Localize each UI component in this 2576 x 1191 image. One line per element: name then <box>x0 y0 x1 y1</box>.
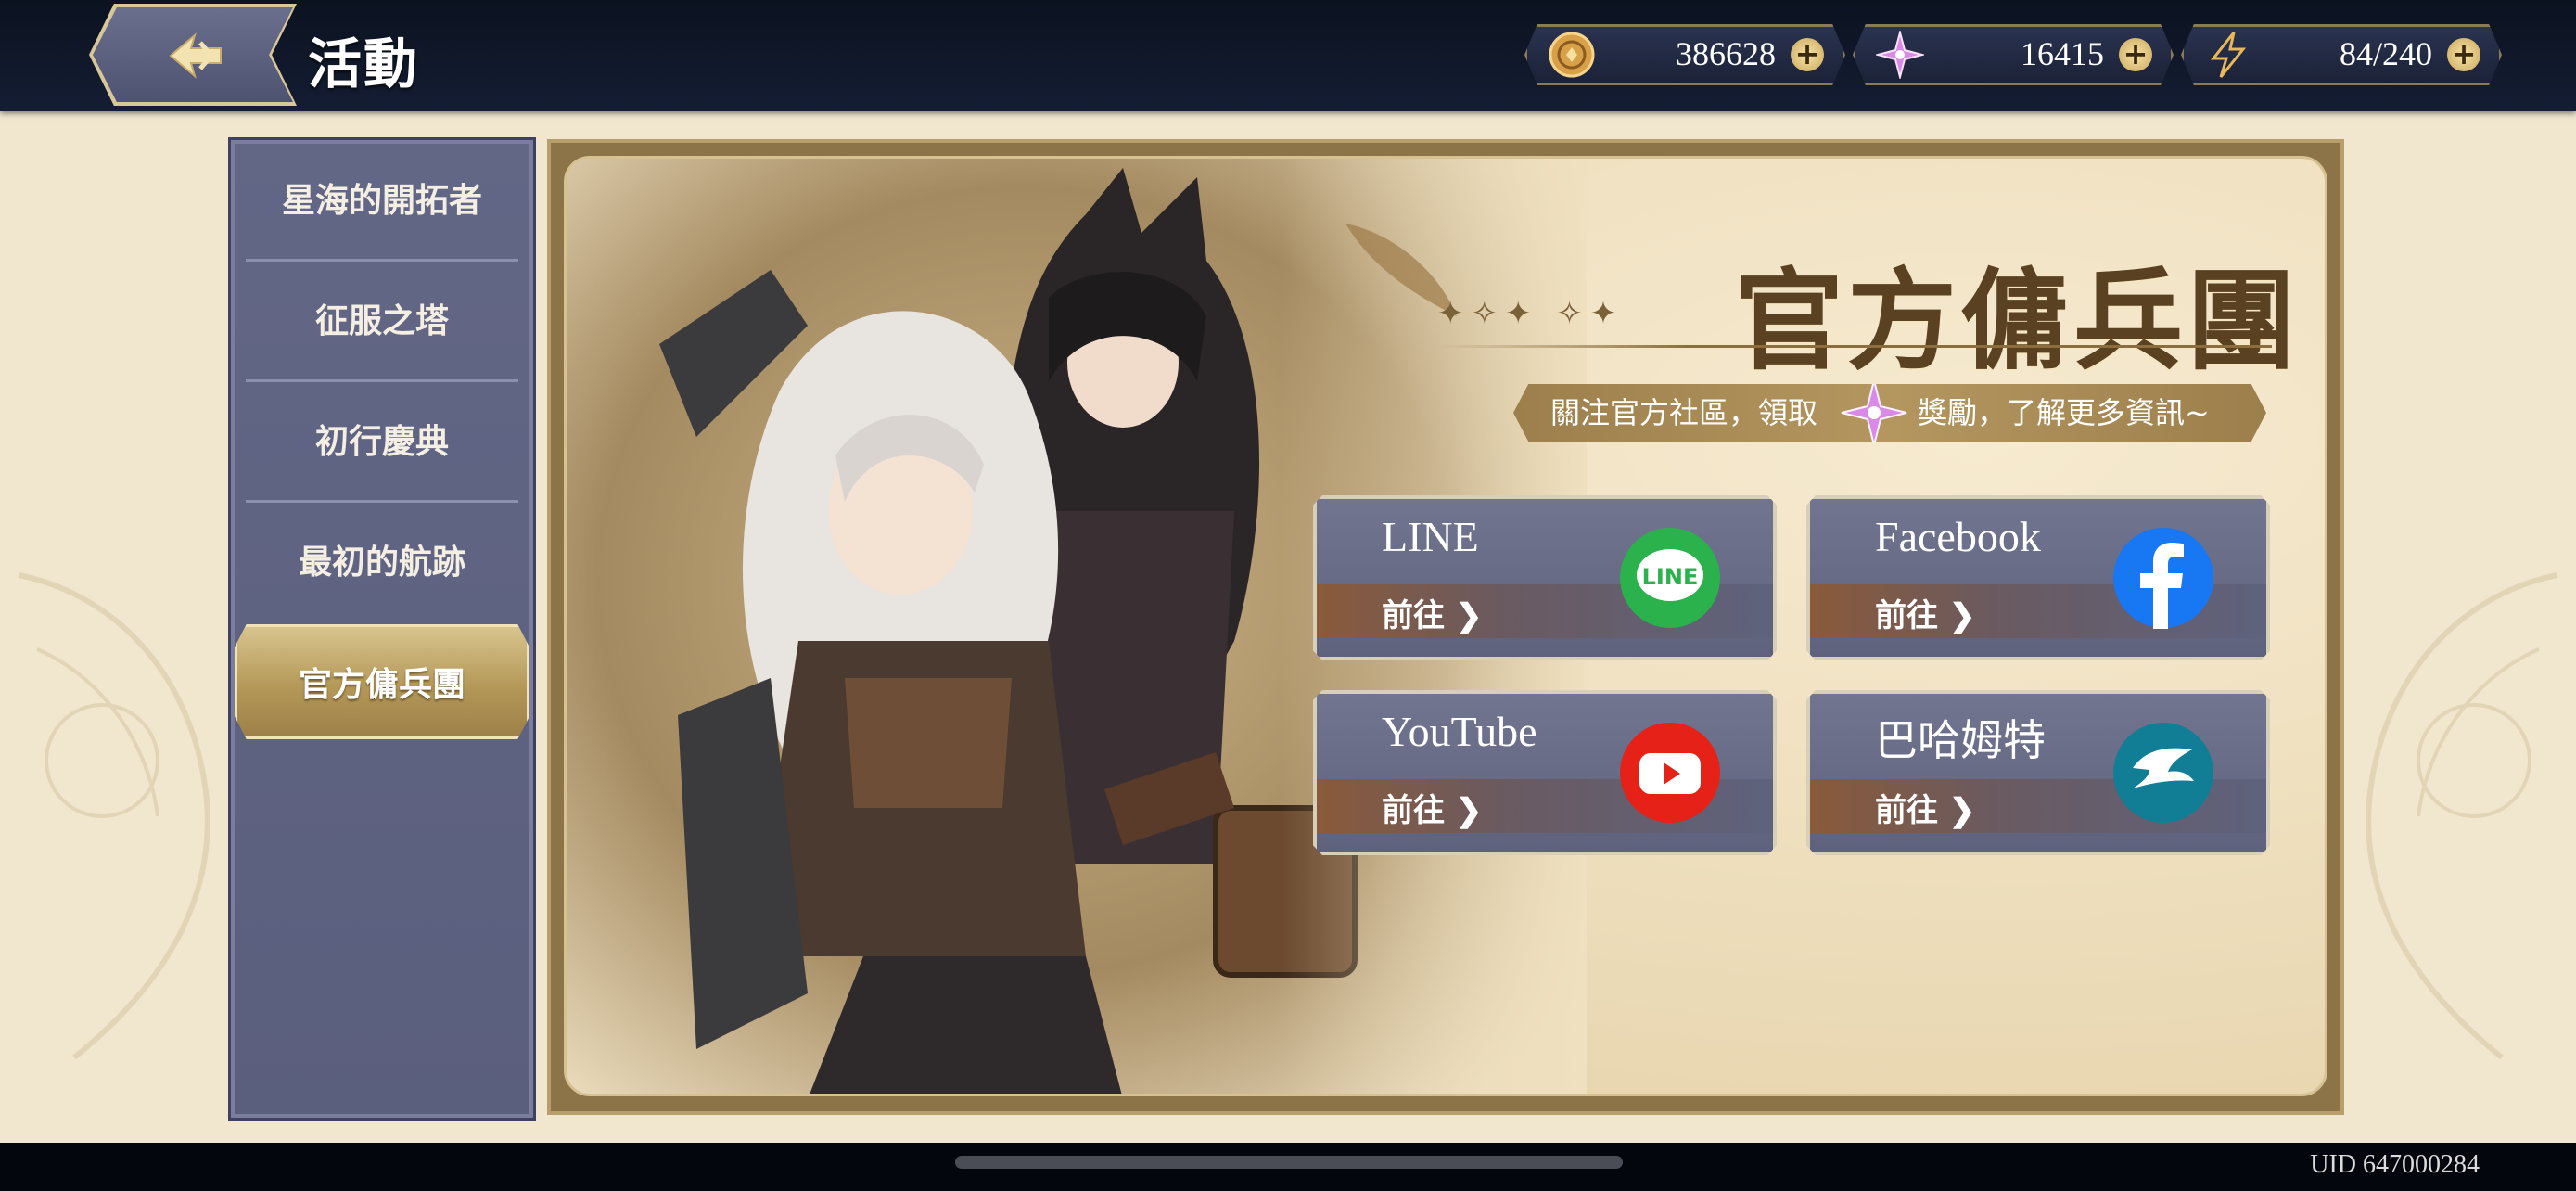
stamina-amount: 84/240 <box>2339 35 2432 72</box>
line-icon: LINE <box>1620 528 1720 628</box>
title-star-ornament: ✦✧✦ ✧✦ <box>1437 295 1625 332</box>
youtube-link-card[interactable]: YouTube 前往 ❯ <box>1313 690 1777 855</box>
currency-stamina: 84/240 + <box>2181 24 2502 85</box>
bahamut-icon <box>2113 723 2213 823</box>
crystal-amount: 16415 <box>2021 35 2104 72</box>
event-sidebar: 星海的開拓者 征服之塔 初行慶典 最初的航跡 官方傭兵團 <box>228 137 536 1121</box>
bahamut-goto-button[interactable]: 前往 ❯ <box>1875 785 1975 830</box>
sidebar-item-first-celebration[interactable]: 初行慶典 <box>246 383 518 500</box>
facebook-goto-button[interactable]: 前往 ❯ <box>1875 590 1975 635</box>
info-text-part2: 獎勵，了解更多資訊~ <box>1918 395 2210 430</box>
sidebar-item-star-sea-pioneer[interactable]: 星海的開拓者 <box>246 142 518 259</box>
sidebar-divider <box>246 379 518 382</box>
bahamut-card-title: 巴哈姆特 <box>1875 717 2046 764</box>
add-stamina-button[interactable]: + <box>2447 38 2480 71</box>
gold-amount: 386628 <box>1676 35 1776 72</box>
facebook-card-title: Facebook <box>1875 513 2041 560</box>
line-link-card[interactable]: LINE 前往 ❯ LINE <box>1313 495 1777 660</box>
purple-crystal-icon <box>1876 31 1924 79</box>
title-underline <box>1437 345 2272 348</box>
user-id: UID 647000284 <box>2310 1150 2480 1179</box>
currency-gold: 386628 + <box>1524 24 1845 85</box>
add-crystal-button[interactable]: + <box>2119 38 2152 71</box>
lion-ornament-right <box>2366 572 2558 1060</box>
sidebar-divider <box>246 500 518 503</box>
svg-text:LINE: LINE <box>1642 564 1699 590</box>
bahamut-link-card[interactable]: 巴哈姆特 前往 ❯ <box>1806 690 2270 855</box>
reward-info-banner: 關注官方社區，領取 獎勵，了解更多資訊~ <box>1513 384 2266 442</box>
info-text-part1: 關注官方社區，領取 <box>1550 395 1818 430</box>
add-gold-button[interactable]: + <box>1791 38 1824 71</box>
youtube-icon <box>1620 723 1720 823</box>
youtube-card-title: YouTube <box>1382 708 1537 755</box>
bottom-bar: UID 647000284 <box>0 1143 2576 1191</box>
line-card-title: LINE <box>1382 513 1479 560</box>
gold-coin-icon <box>1549 32 1595 78</box>
top-bar: 活動 386628 + 16415 + 84/240 + <box>0 0 2576 111</box>
event-title: 官方傭兵團 <box>1734 256 2301 385</box>
currency-crystal: 16415 + <box>1853 24 2174 85</box>
lightning-icon <box>2210 32 2247 78</box>
lion-ornament-left <box>18 572 210 1060</box>
sidebar-item-conquest-tower[interactable]: 征服之塔 <box>246 263 518 379</box>
back-button[interactable] <box>93 7 293 102</box>
page-title: 活動 <box>308 32 420 96</box>
purple-crystal-icon <box>1841 384 1907 442</box>
facebook-icon <box>2113 528 2213 629</box>
youtube-goto-button[interactable]: 前往 ❯ <box>1382 785 1482 830</box>
sidebar-item-official-mercenary[interactable]: 官方傭兵團 <box>235 624 529 739</box>
line-goto-button[interactable]: 前往 ❯ <box>1382 590 1482 635</box>
sidebar-item-first-voyage[interactable]: 最初的航跡 <box>246 504 518 621</box>
sidebar-divider <box>246 259 518 262</box>
facebook-link-card[interactable]: Facebook 前往 ❯ <box>1806 495 2270 660</box>
home-indicator[interactable] <box>955 1156 1623 1169</box>
back-arrow-icon <box>169 32 222 79</box>
